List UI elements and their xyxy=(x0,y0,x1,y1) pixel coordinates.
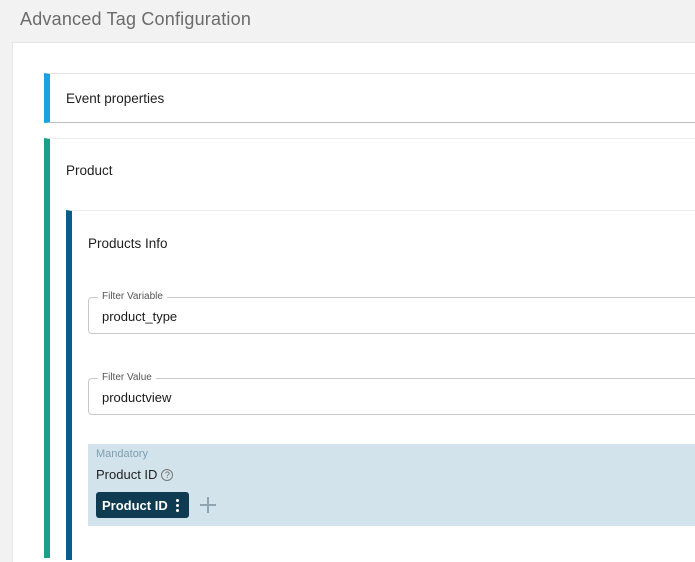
section-title-product: Product xyxy=(66,163,113,178)
filter-value-label: Filter Value xyxy=(98,372,156,384)
mandatory-field-name: Product ID ? xyxy=(96,467,174,482)
product-id-label: Product ID xyxy=(96,467,158,482)
section-title-products-info: Products Info xyxy=(88,236,168,251)
product-id-chip[interactable]: Product ID xyxy=(96,492,189,518)
help-circle-icon[interactable]: ? xyxy=(161,468,174,481)
filter-variable-field[interactable]: Filter Variable product_type xyxy=(88,291,695,334)
filter-value-field[interactable]: Filter Value productview xyxy=(88,372,695,415)
plus-icon[interactable] xyxy=(199,496,217,514)
filter-variable-value[interactable]: product_type xyxy=(102,309,177,324)
page-title: Advanced Tag Configuration xyxy=(20,9,252,29)
mandatory-label: Mandatory xyxy=(96,448,148,460)
section-event-properties[interactable]: Event properties xyxy=(44,73,695,123)
kebab-menu-icon[interactable] xyxy=(175,498,181,512)
section-title-event-properties: Event properties xyxy=(66,91,165,106)
filter-variable-label: Filter Variable xyxy=(98,291,167,303)
product-id-chip-label: Product ID xyxy=(102,497,168,513)
filter-value-value[interactable]: productview xyxy=(102,390,171,405)
mandatory-box: Mandatory Product ID ? Product ID xyxy=(88,444,695,526)
